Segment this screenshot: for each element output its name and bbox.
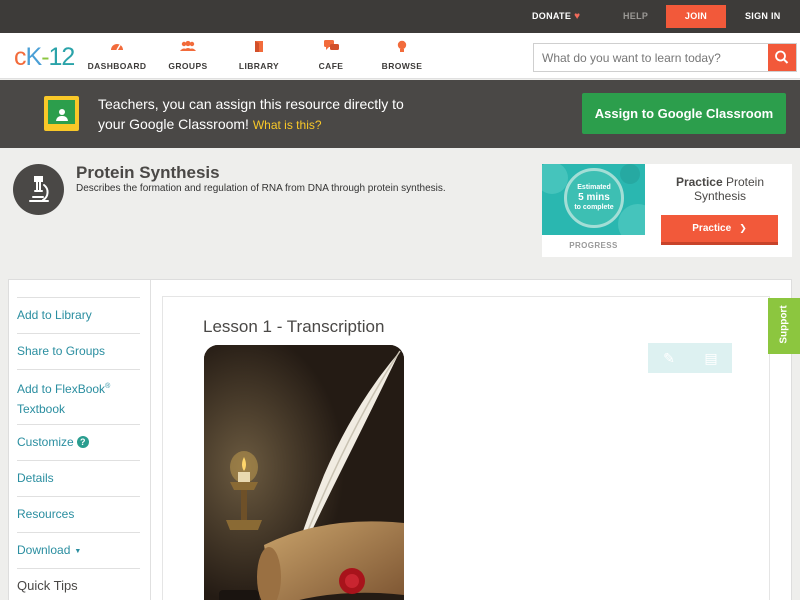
estimated-label: Estimated <box>577 184 611 191</box>
progress-label: PROGRESS <box>569 241 618 250</box>
library-icon <box>224 40 294 56</box>
nav-dashboard[interactable]: DASHBOARD <box>82 40 152 71</box>
support-label: Support <box>778 305 790 344</box>
support-tab[interactable]: Support <box>768 298 800 354</box>
google-classroom-icon <box>44 96 79 131</box>
google-classroom-icon-body <box>56 116 68 121</box>
lesson-title: Lesson 1 - Transcription <box>203 317 385 336</box>
registered-mark: ® <box>105 383 111 390</box>
browse-icon <box>367 40 437 56</box>
sidebar-item-add-to-flexbook[interactable]: Add to FlexBook® Textbook <box>17 369 140 424</box>
classroom-message-line2: your Google Classroom! <box>98 116 249 132</box>
nav-browse[interactable]: BROWSE <box>367 40 437 71</box>
donate-link[interactable]: DONATE ♥ <box>532 0 580 33</box>
search-icon <box>775 50 789 64</box>
what-is-this-link[interactable]: What is this? <box>253 118 322 132</box>
practice-title-bold: Practice <box>675 175 723 189</box>
donate-label: DONATE <box>532 11 572 21</box>
to-complete-label: to complete <box>574 204 614 211</box>
assign-google-classroom-button[interactable]: Assign to Google Classroom <box>582 93 786 134</box>
sidebar-item-share-to-groups[interactable]: Share to Groups <box>17 333 140 369</box>
lesson-tools: ✎ ▤ <box>648 343 732 373</box>
customize-label: Customize <box>17 435 74 449</box>
classroom-message-line1: Teachers, you can assign this resource d… <box>98 96 404 112</box>
sidebar-item-download[interactable]: Download ▼ <box>17 532 140 568</box>
nav-dashboard-label: DASHBOARD <box>87 61 147 71</box>
nav-groups-label: GROUPS <box>168 61 208 71</box>
sidebar-item-resources[interactable]: Resources <box>17 496 140 532</box>
help-link[interactable]: HELP <box>623 0 648 33</box>
lesson-image <box>204 345 404 600</box>
nav-library[interactable]: LIBRARY <box>224 40 294 71</box>
nav-library-label: LIBRARY <box>238 61 280 71</box>
download-label: Download <box>17 543 71 557</box>
google-classroom-banner: Teachers, you can assign this resource d… <box>0 80 800 148</box>
estimated-mins: 5 mins <box>578 192 610 203</box>
search-input[interactable] <box>534 44 770 71</box>
practice-title: Practice Protein Synthesis <box>660 175 780 203</box>
heart-icon: ♥ <box>574 11 581 22</box>
top-bar: DONATE ♥ HELP JOIN SIGN IN <box>0 0 800 33</box>
groups-icon <box>153 40 223 56</box>
page-title: Protein Synthesis <box>76 163 220 182</box>
sidebar-item-customize[interactable]: Customize? <box>17 424 140 460</box>
practice-thumbnail: Estimated 5 mins to complete <box>542 164 645 235</box>
logo-c: c <box>14 43 26 71</box>
notes-icon[interactable]: ▤ <box>690 343 732 373</box>
quill-candle-illustration <box>204 345 404 600</box>
main-panel: Add to Library Share to Groups Add to Fl… <box>8 279 792 600</box>
logo-k: K <box>25 43 43 71</box>
microscope-icon <box>13 164 64 215</box>
logo-dash: - <box>41 43 49 71</box>
sign-in-link[interactable]: SIGN IN <box>745 0 781 33</box>
lesson-content: Lesson 1 - Transcription ✎ ▤ <box>162 296 770 600</box>
sidebar-item-add-to-library[interactable]: Add to Library <box>17 297 140 333</box>
caret-down-icon: ▼ <box>74 548 82 555</box>
main-header: cK-12 DASHBOARD GROUPS LIBRARY CAFE BROW… <box>0 33 800 79</box>
google-classroom-icon-head <box>59 109 65 115</box>
join-button[interactable]: JOIN <box>666 5 726 28</box>
sidebar-item-details[interactable]: Details <box>17 460 140 496</box>
page-description: Describes the formation and regulation o… <box>76 183 446 194</box>
help-question-icon[interactable]: ? <box>76 436 89 448</box>
sidebar-item-quick-tips[interactable]: Quick Tips <box>17 568 140 600</box>
nav-browse-label: BROWSE <box>381 61 423 71</box>
estimated-time-ring: Estimated 5 mins to complete <box>564 168 624 228</box>
classroom-message: Teachers, you can assign this resource d… <box>98 94 458 135</box>
flexbook-label-textbook: Textbook <box>17 402 66 416</box>
sidebar: Add to Library Share to Groups Add to Fl… <box>9 280 151 600</box>
pencil-icon[interactable]: ✎ <box>648 343 690 373</box>
dashboard-icon <box>82 40 152 56</box>
flexbook-label: Add to FlexBook <box>17 382 106 396</box>
practice-card: Estimated 5 mins to complete PROGRESS Pr… <box>542 164 792 257</box>
practice-button[interactable]: Practice ❯ <box>661 215 778 245</box>
nav-groups[interactable]: GROUPS <box>153 40 223 71</box>
logo-num: 12 <box>48 43 76 71</box>
practice-button-label: Practice <box>692 223 732 234</box>
search-button[interactable] <box>768 44 796 71</box>
nav-cafe[interactable]: CAFE <box>296 40 366 71</box>
chevron-right-icon: ❯ <box>739 223 747 233</box>
ck12-logo[interactable]: cK-12 <box>14 43 76 72</box>
nav-cafe-label: CAFE <box>318 61 344 71</box>
cafe-icon <box>296 40 366 56</box>
search-box <box>533 43 797 72</box>
google-classroom-icon-board <box>48 100 75 124</box>
